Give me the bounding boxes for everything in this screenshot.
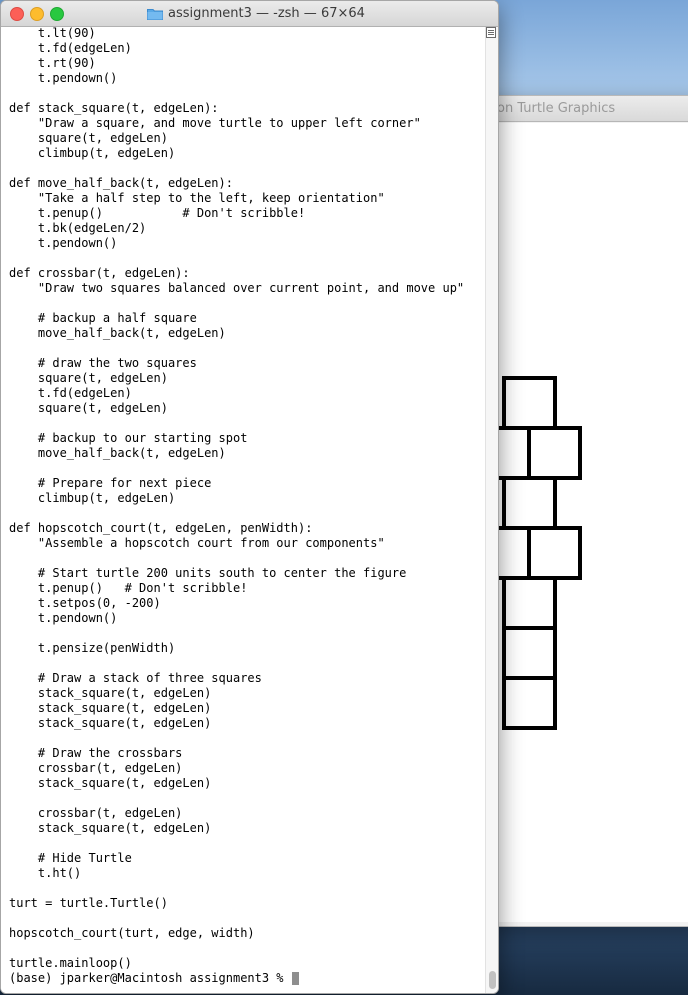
code-line: t.lt(90) bbox=[9, 26, 96, 40]
code-line: move_half_back(t, edgeLen) bbox=[9, 446, 226, 460]
code-line: "Draw a square, and move turtle to upper… bbox=[9, 116, 421, 130]
folder-icon bbox=[147, 8, 163, 20]
code-line: crossbar(t, edgeLen) bbox=[9, 806, 183, 820]
code-line: # Draw the crossbars bbox=[9, 746, 183, 760]
split-pane-icon[interactable] bbox=[486, 27, 496, 38]
code-line: t.pendown() bbox=[9, 71, 118, 85]
court-square-stack-1 bbox=[502, 576, 557, 630]
court-square-crossbar-upper-left bbox=[498, 426, 531, 480]
code-line: # Hide Turtle bbox=[9, 851, 132, 865]
code-line: t.penup() # Don't scribble! bbox=[9, 581, 248, 595]
code-line: t.fd(edgeLen) bbox=[9, 41, 132, 55]
code-line: def hopscotch_court(t, edgeLen, penWidth… bbox=[9, 521, 313, 535]
code-line: stack_square(t, edgeLen) bbox=[9, 716, 212, 730]
code-line: stack_square(t, edgeLen) bbox=[9, 686, 212, 700]
minimize-window-button[interactable] bbox=[30, 7, 44, 21]
code-line: t.pendown() bbox=[9, 236, 118, 250]
court-square-crossbar-lower-right bbox=[527, 526, 582, 580]
hopscotch-drawing bbox=[498, 376, 582, 730]
code-line: turt = turtle.Turtle() bbox=[9, 896, 168, 910]
text-cursor bbox=[291, 972, 299, 985]
code-line: # Draw a stack of three squares bbox=[9, 671, 262, 685]
code-line: crossbar(t, edgeLen) bbox=[9, 761, 183, 775]
code-line: square(t, edgeLen) bbox=[9, 401, 168, 415]
code-line: stack_square(t, edgeLen) bbox=[9, 776, 212, 790]
code-line: def crossbar(t, edgeLen): bbox=[9, 266, 190, 280]
shell-prompt-line[interactable]: (base) jparker@Macintosh assignment3 % bbox=[9, 971, 464, 986]
code-line: def stack_square(t, edgeLen): bbox=[9, 101, 219, 115]
code-line: climbup(t, edgeLen) bbox=[9, 491, 176, 505]
terminal-titlebar[interactable]: assignment3 — -zsh — 67×64 bbox=[1, 1, 498, 27]
code-line: t.penup() # Don't scribble! bbox=[9, 206, 306, 220]
terminal-title-text: assignment3 — -zsh — 67×64 bbox=[168, 6, 365, 21]
court-square-stack-2 bbox=[502, 626, 557, 680]
code-line: # Start turtle 200 units south to center… bbox=[9, 566, 407, 580]
court-square-crossbar-lower-left bbox=[498, 526, 531, 580]
terminal-content[interactable]: t.lt(90) t.fd(edgeLen) t.rt(90) t.pendow… bbox=[1, 26, 486, 993]
shell-prompt: (base) jparker@Macintosh assignment3 % bbox=[9, 971, 291, 985]
code-line: turtle.mainloop() bbox=[9, 956, 132, 970]
code-line: climbup(t, edgeLen) bbox=[9, 146, 176, 160]
code-line: hopscotch_court(turt, edge, width) bbox=[9, 926, 255, 940]
wallpaper-sea bbox=[488, 920, 688, 995]
code-line: t.setpos(0, -200) bbox=[9, 596, 161, 610]
terminal-title: assignment3 — -zsh — 67×64 bbox=[147, 5, 365, 23]
code-line: t.ht() bbox=[9, 866, 82, 880]
code-line: # Prepare for next piece bbox=[9, 476, 212, 490]
court-square-crossbar-upper-right bbox=[527, 426, 582, 480]
maximize-window-button[interactable] bbox=[50, 7, 64, 21]
code-line: t.rt(90) bbox=[9, 56, 96, 70]
code-line: "Take a half step to the left, keep orie… bbox=[9, 191, 385, 205]
code-line: t.fd(edgeLen) bbox=[9, 386, 132, 400]
code-line: "Draw two squares balanced over current … bbox=[9, 281, 465, 295]
code-line: # backup a half square bbox=[9, 311, 197, 325]
code-line: t.pendown() bbox=[9, 611, 118, 625]
code-line: t.bk(edgeLen/2) bbox=[9, 221, 147, 235]
code-line: # backup to our starting spot bbox=[9, 431, 248, 445]
terminal-scrollbar[interactable] bbox=[485, 27, 498, 993]
code-line: # draw the two squares bbox=[9, 356, 197, 370]
code-line: "Assemble a hopscotch court from our com… bbox=[9, 536, 385, 550]
wallpaper-sky bbox=[488, 0, 688, 100]
court-square-stack-3 bbox=[502, 676, 557, 730]
code-line: stack_square(t, edgeLen) bbox=[9, 701, 212, 715]
close-window-button[interactable] bbox=[10, 7, 24, 21]
code-line: square(t, edgeLen) bbox=[9, 131, 168, 145]
court-square-middle bbox=[502, 476, 557, 530]
code-line: def move_half_back(t, edgeLen): bbox=[9, 176, 233, 190]
code-line: t.pensize(penWidth) bbox=[9, 641, 176, 655]
turtle-canvas bbox=[498, 123, 688, 922]
code-line: stack_square(t, edgeLen) bbox=[9, 821, 212, 835]
terminal-output: t.lt(90) t.fd(edgeLen) t.rt(90) t.pendow… bbox=[9, 26, 464, 986]
terminal-window[interactable]: assignment3 — -zsh — 67×64 t.lt(90) t.fd… bbox=[0, 0, 499, 994]
code-line: move_half_back(t, edgeLen) bbox=[9, 326, 226, 340]
court-square-top bbox=[502, 376, 557, 430]
code-line: square(t, edgeLen) bbox=[9, 371, 168, 385]
scrollbar-thumb[interactable] bbox=[489, 971, 496, 989]
